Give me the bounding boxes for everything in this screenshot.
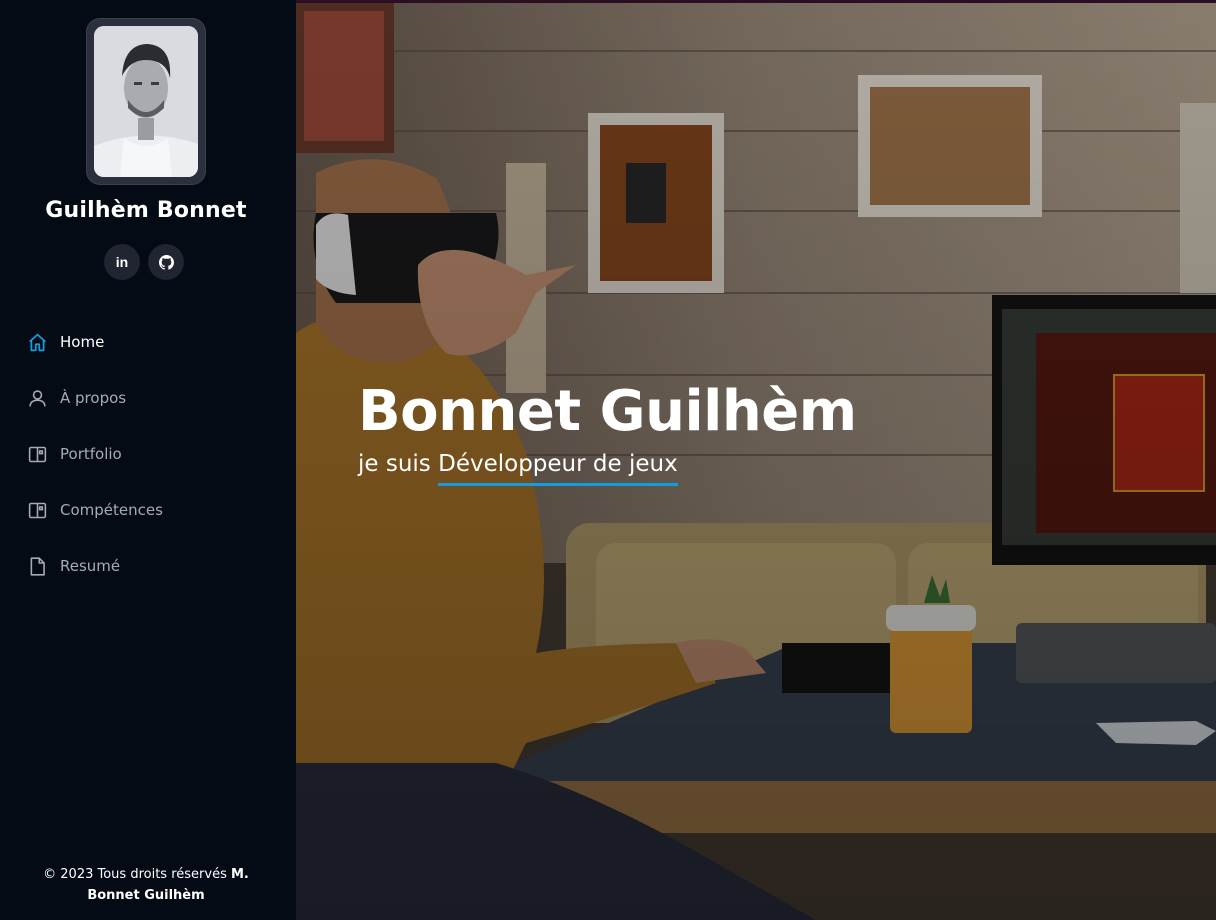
typed-text: Développeur de jeux xyxy=(438,451,678,486)
avatar-frame xyxy=(86,18,206,185)
nav-item-label: Compétences xyxy=(60,501,163,519)
profile-name: Guilhèm Bonnet xyxy=(45,198,247,223)
hero-subtitle-prefix: je suis xyxy=(358,451,439,477)
nav-item-competences[interactable]: Compétences xyxy=(26,482,276,538)
nav-item-label: Home xyxy=(60,333,105,351)
linkedin-icon: in xyxy=(115,254,129,270)
layout-icon xyxy=(26,499,48,521)
layout-icon xyxy=(26,443,48,465)
avatar xyxy=(94,26,198,177)
copyright-text: © 2023 Tous droits réservés xyxy=(43,867,231,882)
hero-title: Bonnet Guilhèm xyxy=(358,379,857,444)
copyright-footer: © 2023 Tous droits réservés M. Bonnet Gu… xyxy=(30,864,262,906)
hero-section: Bonnet Guilhèm je suis Développeur de je… xyxy=(296,3,1216,920)
linkedin-button[interactable]: in xyxy=(104,244,140,280)
nav-item-resume[interactable]: Resumé xyxy=(26,538,276,594)
sidebar: Guilhèm Bonnet in Home À propos Portfoli… xyxy=(0,0,296,920)
file-icon xyxy=(26,555,48,577)
hero-subtitle: je suis Développeur de jeux xyxy=(358,451,857,486)
github-icon xyxy=(158,254,174,270)
github-button[interactable] xyxy=(148,244,184,280)
social-links: in xyxy=(104,244,184,280)
hero-text: Bonnet Guilhèm je suis Développeur de je… xyxy=(358,379,857,486)
nav-item-home[interactable]: Home xyxy=(26,314,276,370)
main-nav: Home À propos Portfolio Compétences Resu… xyxy=(26,314,276,594)
nav-item-label: Resumé xyxy=(60,557,121,575)
nav-item-portfolio[interactable]: Portfolio xyxy=(26,426,276,482)
nav-item-label: Portfolio xyxy=(60,445,122,463)
home-icon xyxy=(26,331,48,353)
person-icon xyxy=(26,387,48,409)
nav-item-label: À propos xyxy=(60,389,127,407)
nav-item-apropos[interactable]: À propos xyxy=(26,370,276,426)
